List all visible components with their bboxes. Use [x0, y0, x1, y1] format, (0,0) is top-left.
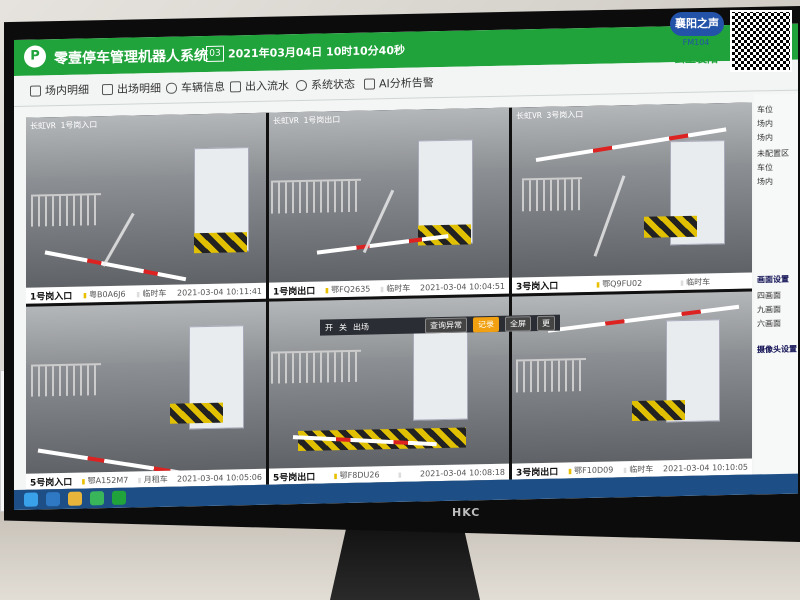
camera-feed: 长虹VR 1号岗入口	[26, 112, 266, 288]
menu-item-exit-detail[interactable]: 出场明细	[102, 80, 161, 97]
date-box: 03	[206, 45, 224, 62]
watermark-badge: 襄阳之声	[670, 12, 724, 36]
monitor-brand: HKC	[452, 506, 481, 519]
gate-name: 1号岗入口	[30, 291, 73, 303]
gate-name: 1号岗出口	[273, 286, 316, 298]
watermark: 襄阳之声 FM104 云上襄阳	[664, 12, 728, 65]
capture-time: 2021-03-04 10:05:06	[177, 472, 262, 484]
camera-osd: 长虹VR 3号岗入口	[516, 110, 584, 121]
panel-item: 场内	[757, 177, 773, 187]
record-button[interactable]: 记录	[473, 316, 499, 332]
parking-app-icon[interactable]	[112, 490, 126, 505]
panel-item: 场内	[757, 119, 773, 129]
panel-item: 车位	[757, 105, 773, 115]
folder-icon[interactable]	[68, 491, 82, 506]
menu-item-vehicle-info[interactable]: 车辆信息	[166, 79, 225, 96]
fullscreen-button[interactable]: 全屏	[505, 315, 531, 332]
camera-cell-1[interactable]: 长虹VR 1号岗入口 1号岗入口 粤B0A6J6 临时车 2021-03-04 …	[26, 112, 266, 304]
capture-time: 2021-03-04 10:10:05	[663, 462, 748, 473]
right-side-panel: 车位 场内 场内 未配置区 车位 场内 画面设置 四画面 九画面 六画面 摄像头…	[754, 93, 798, 485]
menu-item-ai-alert[interactable]: AI分析告警	[364, 74, 434, 91]
plate-number: 鄂FQ2635	[325, 283, 370, 295]
browser-icon[interactable]	[46, 492, 60, 507]
ai-alert-icon	[364, 77, 375, 90]
menu-label: 出入流水	[245, 79, 289, 94]
camera-settings-header: 摄像头设置	[757, 344, 797, 355]
gate-name: 5号岗出口	[273, 472, 316, 484]
start-icon[interactable]	[24, 492, 38, 507]
open-gate-button[interactable]: 开	[325, 322, 333, 333]
layout-option-six[interactable]: 六画面	[757, 318, 797, 330]
exit-button[interactable]: 出场	[353, 321, 369, 332]
camera-feed: 长虹VR 1号岗出口	[269, 107, 509, 283]
menu-label: 场内明细	[45, 83, 89, 98]
panel-item: 未配置区	[757, 148, 789, 159]
app-icon[interactable]	[90, 491, 104, 506]
plate-number: 鄂F8DU26	[334, 469, 380, 481]
vehicle-type: 临时车	[380, 282, 410, 294]
vehicle-type	[398, 469, 402, 478]
gear-icon	[296, 79, 307, 91]
camera-feed	[26, 301, 266, 474]
layout-option-nine[interactable]: 九画面	[757, 304, 797, 316]
watermark-qr-code	[730, 10, 792, 72]
vehicle-type: 临时车	[680, 276, 710, 288]
camera-osd: 长虹VR 1号岗入口	[30, 120, 98, 131]
layout-option-four[interactable]: 四画面	[757, 290, 797, 302]
watermark-fm: FM104	[682, 38, 710, 47]
camera-osd: 长虹VR 1号岗出口	[273, 115, 341, 126]
menu-item-system-status[interactable]: 系统状态	[296, 76, 355, 93]
plate-number: 鄂A152M7	[82, 474, 129, 486]
app-title: 零壹停车管理机器人系统	[54, 47, 208, 68]
vehicle-type: 临时车	[136, 287, 166, 299]
screen-settings-header: 画面设置	[757, 274, 789, 285]
datetime: 2021年03月04日 10时10分40秒	[228, 43, 405, 61]
gate-name: 3号岗入口	[516, 281, 559, 292]
app-logo-icon: P	[24, 45, 46, 68]
gate-name: 3号岗出口	[516, 467, 559, 478]
exit-list-icon	[102, 83, 113, 95]
vehicle-type: 月租车	[138, 473, 168, 485]
gate-name: 5号岗入口	[30, 477, 73, 489]
screen: P 零壹停车管理机器人系统 03 2021年03月04日 10时10分40秒 场…	[14, 23, 798, 510]
menu-item-flow[interactable]: 出入流水	[230, 77, 289, 94]
list-icon	[30, 84, 41, 97]
query-abnormal-button[interactable]: 查询异常	[425, 317, 467, 333]
menu-item-in-lot[interactable]: 场内明细	[30, 81, 89, 98]
plate-number: 鄂Q9FU02	[596, 277, 642, 289]
capture-time: 2021-03-04 10:04:51	[420, 281, 505, 292]
vehicle-type: 临时车	[623, 463, 653, 475]
capture-time: 2021-03-04 10:11:41	[177, 286, 262, 298]
menu-label: 系统状态	[311, 77, 355, 92]
watermark-sub: 云上襄阳	[674, 52, 718, 65]
camera-cell-3[interactable]: 长虹VR 3号岗入口 3号岗入口 鄂Q9FU02 临时车	[512, 102, 752, 294]
menu-label: 出场明细	[117, 81, 161, 96]
plate-number: 鄂F10D09	[568, 464, 613, 476]
camera-cell-4[interactable]: 5号岗入口 鄂A152M7 月租车 2021-03-04 10:05:06	[26, 301, 266, 490]
capture-time: 2021-03-04 10:08:18	[420, 467, 505, 478]
panel-item: 车位	[757, 163, 773, 173]
menu-label: AI分析告警	[379, 76, 434, 91]
camera-feed: 长虹VR 3号岗入口	[512, 102, 752, 278]
flow-icon	[230, 80, 241, 92]
plate-number: 粤B0A6J6	[83, 288, 126, 300]
close-gate-button[interactable]: 关	[339, 322, 347, 333]
camera-grid: 长虹VR 1号岗入口 1号岗入口 粤B0A6J6 临时车 2021-03-04 …	[26, 102, 752, 490]
more-button[interactable]: 更	[537, 315, 555, 331]
car-icon	[166, 82, 177, 94]
camera-cell-2[interactable]: 长虹VR 1号岗出口 1号岗出口 鄂FQ2635 临时车 2021-03-04 …	[269, 107, 509, 299]
menu-label: 车辆信息	[181, 80, 225, 95]
panel-item: 场内	[757, 133, 773, 143]
